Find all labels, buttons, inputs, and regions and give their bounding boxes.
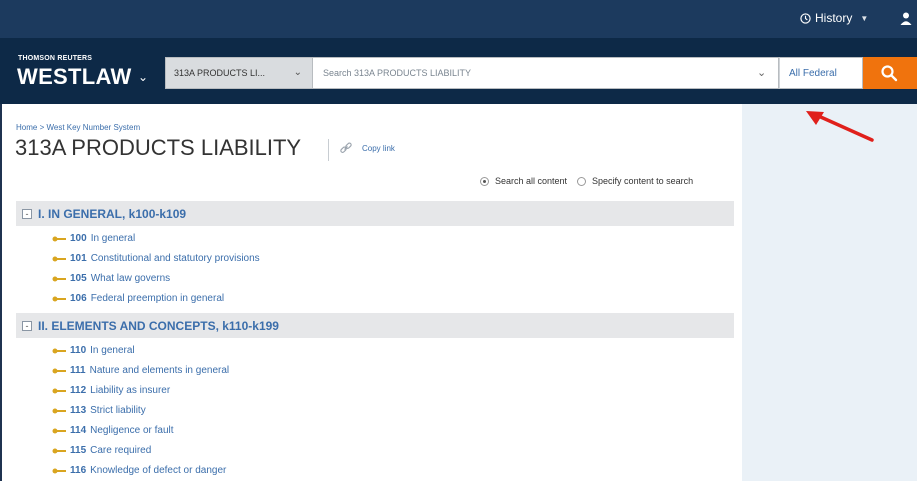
key-topic: Negligence or fault	[90, 425, 174, 436]
key-number: 111	[70, 365, 86, 376]
annotation-arrow-icon	[806, 111, 874, 142]
search-scope-value: 313A PRODUCTS LI...	[174, 68, 266, 78]
key-number: 112	[70, 385, 87, 396]
key-topic: Knowledge of defect or danger	[90, 465, 227, 476]
top-bar: History ▼	[0, 0, 917, 38]
search-placeholder: Search 313A PRODUCTS LIABILITY	[323, 68, 472, 78]
key-icon	[52, 428, 66, 433]
search-input[interactable]: Search 313A PRODUCTS LIABILITY	[313, 57, 779, 89]
list-item[interactable]: 110 In general	[52, 345, 135, 356]
link-icon[interactable]	[339, 141, 353, 155]
radio-search-all-label[interactable]: Search all content	[495, 176, 567, 186]
list-item[interactable]: 116 Knowledge of defect or danger	[52, 465, 226, 476]
brand-parent-name: THOMSON REUTERS	[18, 55, 93, 62]
key-number: 110	[70, 345, 87, 356]
key-topic: Liability as insurer	[90, 385, 171, 396]
key-number: 116	[70, 465, 87, 476]
key-icon	[52, 388, 66, 393]
clock-icon	[800, 12, 811, 24]
search-button[interactable]	[863, 57, 917, 89]
list-item[interactable]: 105 What law governs	[52, 273, 170, 284]
search-scope-select[interactable]: 313A PRODUCTS LI... ⌄	[165, 57, 313, 89]
radio-search-all[interactable]	[480, 176, 489, 186]
list-item[interactable]: 106 Federal preemption in general	[52, 293, 224, 304]
radio-specify-content-label[interactable]: Specify content to search	[592, 176, 693, 186]
key-number: 113	[70, 405, 87, 416]
list-item[interactable]: 100 In general	[52, 233, 135, 244]
history-label: History	[815, 11, 853, 25]
section-heading[interactable]: I. IN GENERAL, k100-k109	[38, 207, 186, 221]
section-header-elements-and-concepts[interactable]: - II. ELEMENTS AND CONCEPTS, k110-k199	[16, 313, 734, 338]
key-icon	[52, 276, 66, 281]
key-number: 100	[70, 233, 87, 244]
key-icon	[52, 368, 66, 373]
chevron-down-icon: ▼	[860, 13, 869, 23]
key-topic: Constitutional and statutory provisions	[90, 253, 260, 264]
brand-logo[interactable]: WESTLAW	[17, 64, 132, 90]
history-menu[interactable]: History ▼	[800, 11, 868, 25]
section-header-in-general[interactable]: - I. IN GENERAL, k100-k109	[16, 201, 734, 226]
page-title: 313A PRODUCTS LIABILITY	[15, 135, 302, 160]
key-icon	[52, 256, 66, 261]
breadcrumb[interactable]: Home > West Key Number System	[16, 123, 140, 132]
search-icon	[881, 65, 898, 82]
key-topic: Federal preemption in general	[90, 293, 225, 304]
key-icon	[52, 348, 66, 353]
key-icon	[52, 408, 66, 413]
list-item[interactable]: 112 Liability as insurer	[52, 385, 170, 396]
copy-link[interactable]: Copy link	[362, 144, 395, 153]
list-item[interactable]: 101 Constitutional and statutory provisi…	[52, 253, 260, 264]
collapse-toggle-icon[interactable]: -	[22, 208, 32, 219]
key-icon	[52, 468, 66, 473]
key-number: 115	[70, 445, 87, 456]
key-topic: Strict liability	[90, 405, 146, 416]
radio-specify-content[interactable]	[577, 176, 587, 186]
list-item[interactable]: 113 Strict liability	[52, 405, 146, 416]
key-icon	[52, 236, 66, 241]
key-topic: In general	[90, 233, 136, 244]
jurisdiction-value: All Federal	[789, 67, 837, 79]
user-icon[interactable]	[899, 11, 913, 25]
search-scope-radios: Search all content Specify content to se…	[480, 176, 693, 186]
key-number: 101	[70, 253, 87, 264]
right-sidebar	[742, 104, 917, 481]
key-topic: Care required	[90, 445, 152, 456]
key-topic: In general	[90, 345, 135, 356]
key-icon	[52, 448, 66, 453]
key-icon	[52, 296, 66, 301]
key-number: 106	[70, 293, 87, 304]
jurisdiction-selector[interactable]: All Federal	[779, 57, 863, 89]
key-topic: What law governs	[90, 273, 171, 284]
chevron-down-icon: ⌄	[293, 67, 302, 78]
brand-chevron-down-icon[interactable]: ⌄	[138, 70, 148, 84]
key-topic: Nature and elements in general	[89, 365, 230, 376]
collapse-toggle-icon[interactable]: -	[22, 320, 32, 331]
title-divider	[328, 139, 329, 161]
list-item[interactable]: 115 Care required	[52, 445, 151, 456]
key-number: 105	[70, 273, 87, 284]
list-item[interactable]: 114 Negligence or fault	[52, 425, 174, 436]
search-options-chevron-icon[interactable]: ⌄	[757, 66, 766, 79]
section-heading[interactable]: II. ELEMENTS AND CONCEPTS, k110-k199	[38, 319, 279, 333]
list-item[interactable]: 111 Nature and elements in general	[52, 365, 229, 376]
key-number: 114	[70, 425, 87, 436]
